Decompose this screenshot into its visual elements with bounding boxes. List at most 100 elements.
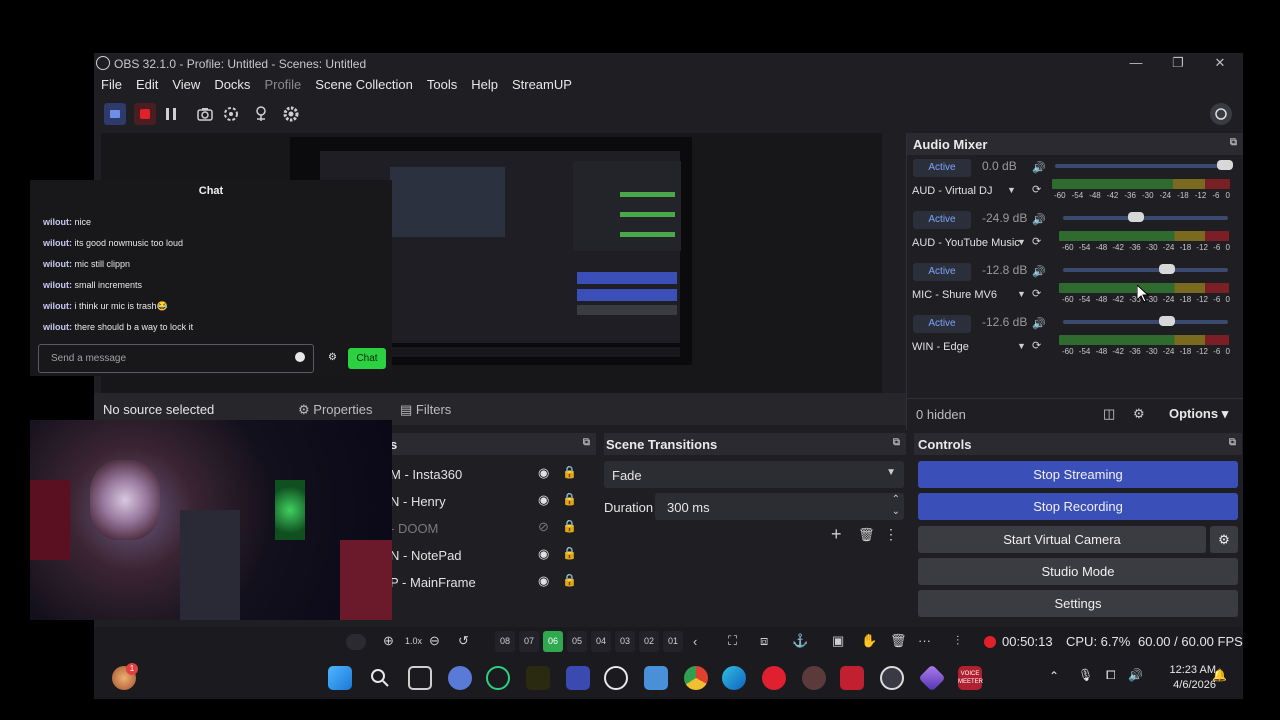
screenshot-icon[interactable] [194, 103, 216, 125]
notepad-icon[interactable] [644, 666, 668, 690]
chrome-icon[interactable] [684, 666, 708, 690]
crop-icon[interactable]: ⧈ [760, 633, 768, 649]
chevron-down-icon[interactable]: ▼ [1017, 237, 1026, 247]
obs-taskbar-icon[interactable] [880, 666, 904, 690]
menu-help[interactable]: Help [464, 75, 505, 97]
recorder-icon[interactable] [840, 666, 864, 690]
lock-icon[interactable]: 🔒 [562, 546, 577, 560]
voicemeeter-icon[interactable]: VOICE MEETER [958, 666, 983, 690]
chevron-down-icon[interactable]: ▼ [1007, 185, 1016, 195]
volume-slider[interactable] [1063, 216, 1228, 220]
page-button[interactable]: 04 [591, 631, 611, 652]
timeline-handle-icon[interactable] [346, 634, 366, 650]
teams-icon[interactable] [448, 666, 472, 690]
close-button[interactable]: ✕ [1210, 55, 1230, 71]
headphones-icon[interactable]: ⟳ [1032, 339, 1041, 352]
audio-app-icon[interactable] [526, 666, 550, 690]
menu-file[interactable]: File [94, 75, 129, 97]
start-icon[interactable] [328, 666, 352, 690]
chat-send-button[interactable]: Chat [348, 348, 386, 369]
emoji-icon[interactable] [295, 352, 305, 362]
account-icon[interactable] [1210, 103, 1232, 125]
studio-mode-button[interactable]: Studio Mode [918, 558, 1238, 585]
tray-chevron-icon[interactable]: ⌃ [1049, 669, 1059, 683]
page-button[interactable]: 01 [663, 631, 683, 652]
volume-slider-knob[interactable] [1128, 212, 1144, 222]
menu-edit[interactable]: Edit [129, 75, 165, 97]
virtual-camera-gear-icon[interactable]: ⚙ [1210, 526, 1238, 553]
streamup-icon[interactable] [918, 664, 946, 692]
page-button[interactable]: 05 [567, 631, 587, 652]
eye-icon[interactable]: ◉ [538, 573, 549, 589]
clock-date[interactable]: 4/6/2026 [1150, 679, 1216, 691]
menu-scene-collection[interactable]: Scene Collection [308, 75, 420, 97]
stop-streaming-button[interactable]: Stop Streaming [918, 461, 1238, 488]
maximize-button[interactable]: ❐ [1168, 55, 1188, 71]
microphone-icon[interactable]: 🎙 [1078, 668, 1093, 682]
pause-button[interactable] [160, 103, 182, 125]
menu-view[interactable]: View [165, 75, 207, 97]
image-icon[interactable]: ▣ [832, 633, 844, 649]
speaker-icon[interactable]: 🔊 [1032, 213, 1046, 226]
media-player-icon[interactable] [802, 666, 826, 690]
page-button[interactable]: 07 [519, 631, 539, 652]
undock-icon[interactable]: ⧉ [1230, 137, 1237, 148]
eye-icon[interactable]: ◉ [538, 546, 549, 562]
transition-select[interactable]: Fade ▼ [604, 461, 904, 488]
start-virtual-camera-button[interactable]: Start Virtual Camera [918, 526, 1206, 553]
prev-page-icon[interactable]: ‹ [693, 634, 697, 649]
remove-transition-icon[interactable]: 🗑 [858, 527, 875, 543]
volume-slider[interactable] [1063, 268, 1228, 272]
virtual-camera-settings-icon[interactable] [220, 103, 242, 125]
add-transition-icon[interactable]: + [831, 524, 842, 545]
anchor-icon[interactable]: ⚓ [792, 633, 808, 649]
chat-settings-icon[interactable]: ⚙ [328, 352, 337, 363]
volume-slider-knob[interactable] [1159, 264, 1175, 274]
lock-icon[interactable]: 🔒 [562, 465, 577, 479]
eye-icon[interactable]: ◉ [538, 465, 549, 481]
menu-streamup[interactable]: StreamUP [505, 75, 579, 97]
chevron-down-icon[interactable]: ▼ [1017, 341, 1026, 351]
active-toggle-button[interactable]: Active [913, 211, 971, 229]
edge-icon[interactable] [722, 666, 746, 690]
zoom-out-icon[interactable]: ⊖ [429, 633, 440, 649]
page-button[interactable]: 08 [495, 631, 515, 652]
duration-input[interactable]: 300 ms ⌃ ⌄ [655, 493, 904, 520]
stop-recording-button[interactable]: Stop Recording [918, 493, 1238, 520]
paint-icon[interactable] [566, 666, 590, 690]
source-item[interactable]: N - NotePad ◉ 🔒 [390, 542, 596, 569]
eye-icon[interactable]: ◉ [538, 492, 549, 508]
record-toggle-button[interactable] [134, 103, 156, 125]
headphones-icon[interactable]: ⟳ [1032, 235, 1041, 248]
menu-tools[interactable]: Tools [420, 75, 464, 97]
chatgpt-icon[interactable] [604, 666, 628, 690]
chat-input[interactable]: Send a message [38, 344, 314, 373]
undock-icon[interactable]: ⧉ [583, 437, 590, 448]
settings-button[interactable]: Settings [918, 590, 1238, 617]
fit-icon[interactable]: ⛶ [728, 633, 737, 649]
more-options-icon[interactable]: ⋮ [884, 526, 898, 543]
source-item[interactable]: - DOOM ⊘ 🔒 [390, 515, 596, 542]
speaker-icon[interactable]: 🔊 [1032, 161, 1046, 174]
volume-slider-knob[interactable] [1217, 160, 1233, 170]
volume-slider[interactable] [1055, 164, 1225, 168]
page-button[interactable]: 06 [543, 631, 563, 652]
page-button[interactable]: 02 [639, 631, 659, 652]
source-item[interactable]: N - Henry ◉ 🔒 [390, 488, 596, 515]
mixer-options-button[interactable]: Options ▾ [1169, 406, 1228, 422]
active-toggle-button[interactable]: Active [913, 263, 971, 281]
search-icon[interactable] [368, 666, 392, 690]
more-icon[interactable]: ··· [918, 633, 931, 648]
volume-icon[interactable]: 🔊 [1128, 668, 1143, 682]
eye-hidden-icon[interactable]: ⊘ [538, 519, 549, 535]
page-button[interactable]: 03 [615, 631, 635, 652]
undock-icon[interactable]: ⧉ [1229, 437, 1236, 448]
settings-gear-icon[interactable] [280, 103, 302, 125]
zoom-level[interactable]: 1.0x [405, 636, 422, 646]
trash-icon[interactable]: 🗑 [890, 633, 907, 649]
minimize-button[interactable]: — [1126, 55, 1146, 71]
lock-icon[interactable]: 🔒 [562, 492, 577, 506]
undock-icon[interactable]: ⧉ [893, 437, 900, 448]
audio-levels-icon[interactable]: ⫶ [956, 633, 959, 649]
volume-slider-knob[interactable] [1159, 316, 1175, 326]
